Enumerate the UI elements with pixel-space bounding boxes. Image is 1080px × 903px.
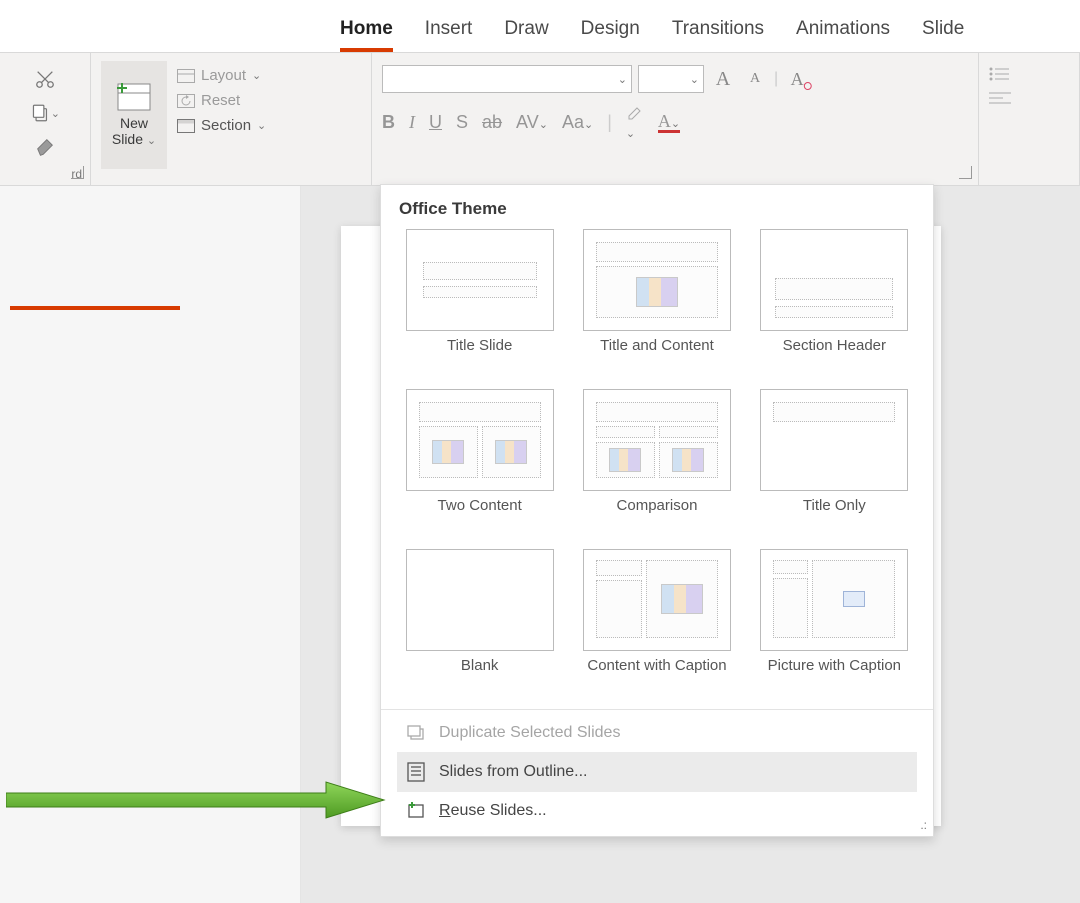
reuse-icon [405,802,427,820]
layout-section-header[interactable]: Section Header [752,229,917,379]
char-spacing-button[interactable]: AV⌄ [516,112,548,133]
slide-thumbnails-pane[interactable] [0,186,301,903]
layout-button[interactable]: Layout ⌄ [177,67,266,84]
copy-icon[interactable]: ⌄ [30,101,60,125]
reset-icon [177,94,195,108]
reset-button[interactable]: Reset [177,92,266,109]
italic-button[interactable]: I [409,112,415,133]
font-launcher-icon[interactable] [959,166,972,179]
decrease-font-icon[interactable]: A [742,66,768,92]
layout-title-only[interactable]: Title Only [752,389,917,539]
tab-draw[interactable]: Draw [504,18,548,52]
layout-icon [177,69,195,83]
tab-home[interactable]: Home [340,18,393,52]
insert-marker [10,306,180,310]
layout-grid: Title Slide Title and Content Section He… [397,229,917,699]
font-size-select[interactable]: ⌄ [638,65,704,93]
duplicate-slides-item: Duplicate Selected Slides [397,714,917,752]
resize-grip-icon[interactable]: .: [920,818,927,832]
tab-transitions[interactable]: Transitions [672,18,764,52]
font-color-button[interactable]: A⌄ [658,112,680,133]
layout-comparison[interactable]: Comparison [574,389,739,539]
tab-slideshow[interactable]: Slide [922,18,964,52]
cut-icon[interactable] [30,67,60,91]
new-slide-label-2: Slide ⌄ [112,131,156,147]
underline-button[interactable]: U [429,112,442,133]
change-case-button[interactable]: Aa⌄ [562,112,593,133]
bold-button[interactable]: B [382,112,395,133]
duplicate-icon [405,724,427,742]
ribbon-tabs: Home Insert Draw Design Transitions Anim… [0,0,1080,53]
shadow-button[interactable]: S [456,112,468,133]
new-slide-dropdown: Office Theme Title Slide Title and Conte… [380,184,934,837]
bullets-icon[interactable] [989,67,1011,81]
clipboard-launcher-icon[interactable] [71,166,84,179]
font-group: ⌄ ⌄ A A | A⭘ B I U S ab AV⌄ Aa⌄ | ⌄ A⌄ [372,53,979,185]
paragraph-group [979,53,1080,185]
layout-title-slide[interactable]: Title Slide [397,229,562,379]
align-icon[interactable] [989,91,1011,105]
outline-icon [405,762,427,782]
font-name-select[interactable]: ⌄ [382,65,632,93]
section-icon [177,119,195,133]
slides-group: New Slide ⌄ Layout ⌄ Reset Section ⌄ [91,53,372,185]
reuse-slides-item[interactable]: Reuse Slides... [397,792,917,830]
layout-title-and-content[interactable]: Title and Content [574,229,739,379]
layout-two-content[interactable]: Two Content [397,389,562,539]
highlight-button[interactable]: ⌄ [626,103,644,142]
ribbon: ⌄ rd New Slide ⌄ Layout ⌄ [0,53,1080,186]
clipboard-group: ⌄ rd [0,53,91,185]
clear-format-icon[interactable]: A⭘ [784,66,810,92]
tab-insert[interactable]: Insert [425,18,473,52]
slides-from-outline-item[interactable]: Slides from Outline... [397,752,917,792]
format-painter-icon[interactable] [30,135,60,159]
strike-button[interactable]: ab [482,112,502,133]
new-slide-icon [117,83,151,111]
layout-blank[interactable]: Blank [397,549,562,699]
dropdown-title: Office Theme [399,199,915,219]
tab-animations[interactable]: Animations [796,18,890,52]
new-slide-label-1: New [120,115,148,131]
section-button[interactable]: Section ⌄ [177,117,266,134]
layout-content-with-caption[interactable]: Content with Caption [574,549,739,699]
new-slide-button[interactable]: New Slide ⌄ [101,61,167,169]
tab-design[interactable]: Design [581,18,640,52]
layout-picture-with-caption[interactable]: Picture with Caption [752,549,917,699]
increase-font-icon[interactable]: A [710,66,736,92]
